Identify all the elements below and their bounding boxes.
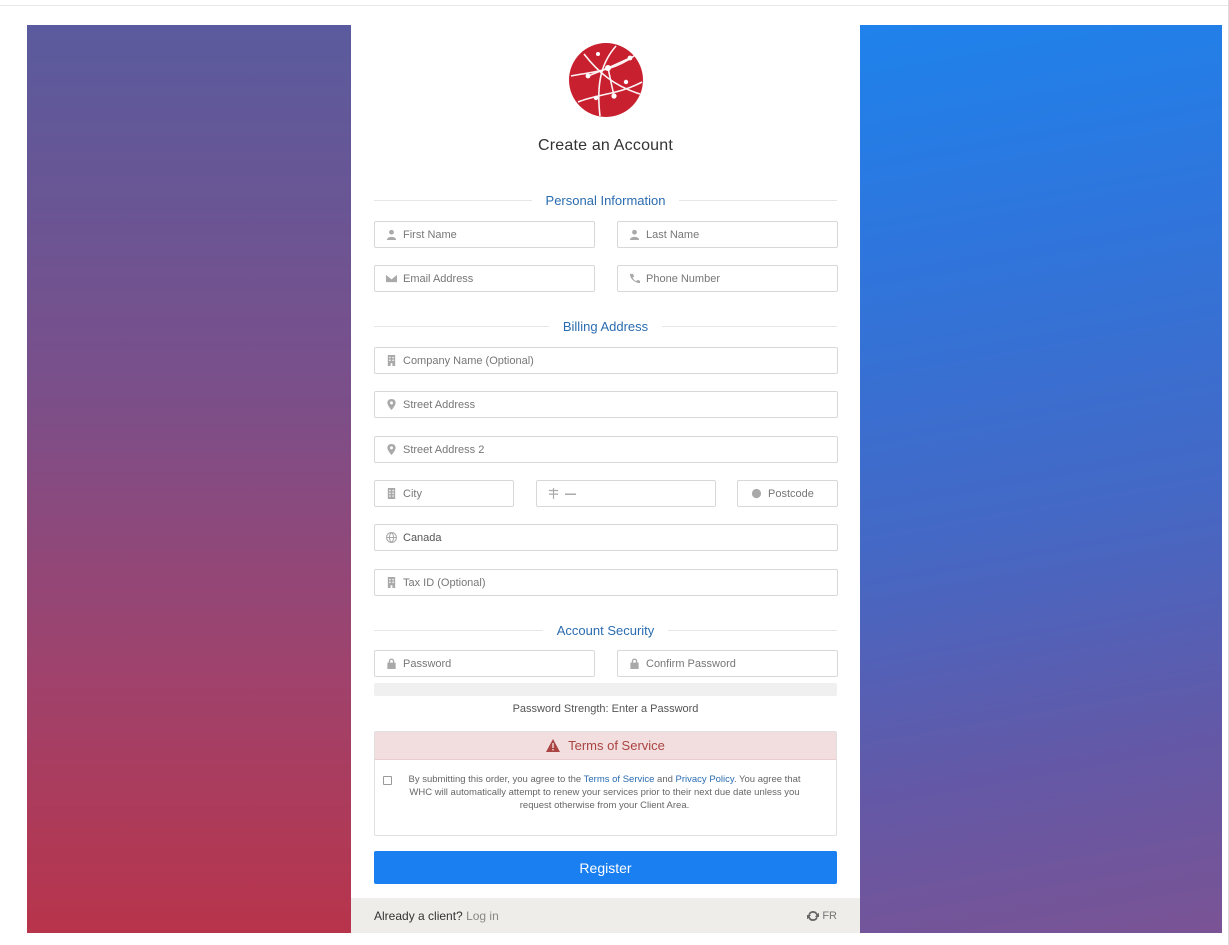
- last-name-input[interactable]: [646, 228, 837, 241]
- section-account-security: Account Security: [374, 622, 837, 638]
- warning-icon: [546, 739, 561, 752]
- postcode-input[interactable]: [768, 487, 837, 500]
- tax-id-field[interactable]: [374, 569, 838, 596]
- lock-icon: [628, 658, 640, 670]
- certificate-icon: [750, 488, 762, 500]
- city-input[interactable]: [403, 487, 513, 500]
- already-client-text: Already a client?: [374, 908, 467, 923]
- street-address-2-input[interactable]: [403, 443, 837, 456]
- country-select[interactable]: Canada: [374, 524, 838, 551]
- background-gradient-left: [27, 25, 351, 933]
- refresh-icon: [807, 910, 820, 921]
- tax-id-input[interactable]: [403, 576, 837, 589]
- tos-body: By submitting this order, you agree to t…: [375, 760, 836, 812]
- tos-checkbox[interactable]: [383, 776, 392, 785]
- terms-of-service-link[interactable]: Terms of Service: [584, 774, 655, 785]
- first-name-input[interactable]: [403, 228, 594, 241]
- envelope-icon: [385, 273, 397, 285]
- country-value: Canada: [403, 531, 442, 544]
- registration-panel: Create an Account Personal Information B…: [351, 25, 860, 933]
- phone-input[interactable]: [646, 272, 837, 285]
- footer: Already a client? Log in FR: [351, 898, 860, 933]
- first-name-field[interactable]: [374, 221, 595, 248]
- globe-logo-icon: [569, 43, 643, 117]
- tos-heading: Terms of Service: [375, 732, 836, 760]
- last-name-field[interactable]: [617, 221, 838, 248]
- language-switch[interactable]: FR: [807, 910, 837, 922]
- section-personal-label: Personal Information: [545, 192, 666, 208]
- building-icon: [385, 577, 397, 589]
- lock-icon: [385, 658, 397, 670]
- street-address-2-field[interactable]: [374, 436, 838, 463]
- user-icon: [385, 229, 397, 241]
- map-marker-icon: [385, 399, 397, 411]
- privacy-policy-link[interactable]: Privacy Policy: [676, 774, 734, 785]
- company-input[interactable]: [403, 354, 837, 367]
- street-address-input[interactable]: [403, 398, 837, 411]
- section-personal-information: Personal Information: [374, 192, 837, 208]
- language-label: FR: [822, 909, 837, 922]
- email-field[interactable]: [374, 265, 595, 292]
- state-select[interactable]: —: [536, 480, 716, 507]
- building-icon: [385, 355, 397, 367]
- flag-signpost-icon: [547, 488, 559, 500]
- tos-text: By submitting this order, you agree to t…: [408, 774, 584, 785]
- register-button[interactable]: Register: [374, 851, 837, 884]
- login-prompt: Already a client? Log in: [374, 909, 499, 923]
- password-strength-text: Password Strength: Enter a Password: [512, 703, 699, 715]
- state-value: —: [565, 487, 576, 500]
- tos-heading-label: Terms of Service: [568, 738, 665, 753]
- phone-icon: [628, 273, 640, 285]
- globe-icon: [385, 532, 397, 544]
- login-link[interactable]: Log in: [466, 909, 499, 923]
- user-icon: [628, 229, 640, 241]
- background-gradient-right: [860, 25, 1222, 933]
- tos-text: and: [654, 774, 676, 785]
- email-input[interactable]: [403, 272, 594, 285]
- window-top-edge: [0, 0, 1229, 6]
- section-security-label: Account Security: [556, 622, 655, 638]
- postcode-field[interactable]: [737, 480, 838, 507]
- password-strength-bar: [374, 683, 837, 696]
- confirm-password-field[interactable]: [617, 650, 838, 677]
- phone-field[interactable]: [617, 265, 838, 292]
- company-field[interactable]: [374, 347, 838, 374]
- street-address-field[interactable]: [374, 391, 838, 418]
- section-billing-address: Billing Address: [374, 318, 837, 334]
- password-input[interactable]: [403, 657, 594, 670]
- page-title: Create an Account: [537, 137, 674, 154]
- map-marker-icon: [385, 444, 397, 456]
- city-building-icon: [385, 488, 397, 500]
- terms-of-service-box: Terms of Service By submitting this orde…: [374, 731, 837, 836]
- confirm-password-input[interactable]: [646, 657, 837, 670]
- section-billing-label: Billing Address: [562, 318, 649, 334]
- password-field[interactable]: [374, 650, 595, 677]
- city-field[interactable]: [374, 480, 514, 507]
